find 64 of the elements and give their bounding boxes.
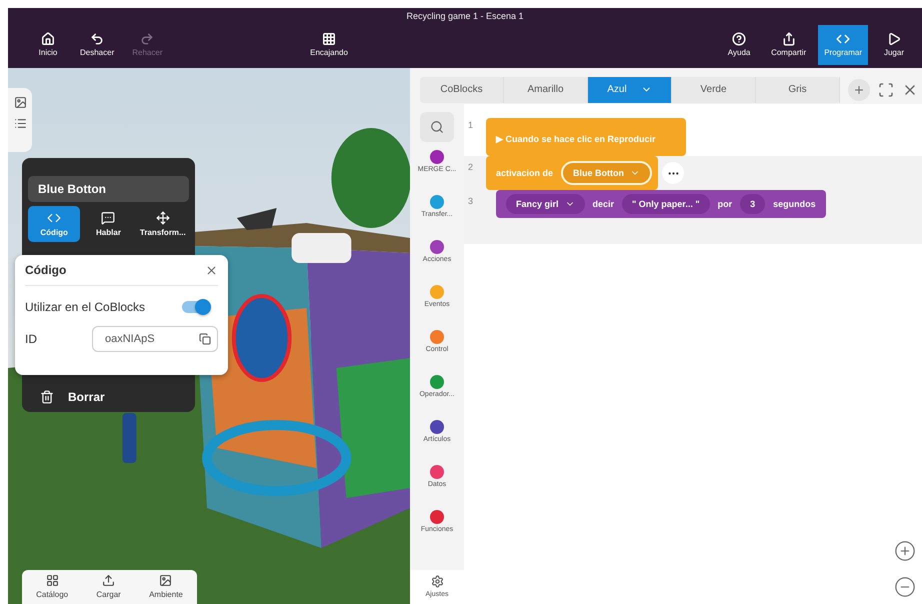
editor-tab[interactable]: Verde [672, 76, 756, 102]
editor-tab[interactable]: Gris [756, 76, 840, 102]
toolbar-button[interactable]: Encajando [304, 24, 354, 64]
zoom-out-icon[interactable] [894, 576, 916, 598]
line-number: 2 [467, 161, 474, 172]
home-icon [41, 32, 55, 46]
toggle-label: Utilizar en el CoBlocks [25, 300, 146, 314]
code-icon [47, 211, 62, 225]
block-label: activacion de [496, 168, 554, 178]
block-label: por [718, 199, 732, 209]
settings-icon [430, 575, 444, 588]
image-icon [159, 574, 172, 587]
window-title: Recycling game 1 - Escena 1 [405, 10, 525, 21]
grid-icon [322, 32, 336, 46]
delete-button[interactable]: Borrar [68, 390, 105, 404]
bottom-bar-button[interactable]: Catálogo [36, 574, 68, 599]
move-icon [156, 211, 170, 225]
speech-bubble-icon [101, 211, 116, 225]
plus-icon [853, 84, 865, 96]
grid-icon [46, 574, 59, 587]
code-icon [836, 32, 850, 46]
editor-tab[interactable]: Azul [588, 76, 672, 102]
more-button[interactable] [662, 162, 684, 184]
seconds-input[interactable]: 3 [740, 194, 766, 214]
line-number: 3 [467, 195, 474, 206]
add-tab-button[interactable] [848, 78, 870, 100]
help-icon [732, 32, 746, 46]
toolbar-button[interactable]: Programar [818, 24, 868, 64]
bottom-bar-button[interactable]: Ambiente [149, 574, 183, 599]
fullscreen-icon[interactable] [878, 82, 894, 98]
toolbar-button[interactable]: Inicio [28, 24, 68, 64]
image-icon[interactable] [14, 96, 26, 109]
object-name: Blue Botton [28, 176, 189, 202]
toolbar-button[interactable]: Compartir [765, 24, 812, 64]
undo-icon [90, 32, 104, 46]
say-block[interactable]: Fancy girl decir " Only paper... " por 3 segundos [496, 190, 826, 218]
object-tab[interactable]: Hablar [82, 206, 135, 242]
object-tab[interactable]: Código [28, 206, 80, 242]
popup-title: Código [25, 263, 66, 277]
toolbar-button[interactable]: Ayuda [719, 24, 760, 64]
id-label: ID [25, 332, 37, 346]
id-field[interactable]: oaxNIApS [92, 326, 218, 352]
actor-dropdown[interactable]: Fancy girl [506, 194, 585, 214]
copy-icon[interactable] [199, 333, 211, 345]
block-label: segundos [773, 199, 816, 209]
list-icon[interactable] [14, 117, 26, 130]
editor-tab[interactable]: CoBlocks [420, 76, 504, 102]
zoom-in-icon[interactable] [894, 540, 916, 562]
redo-icon [140, 32, 154, 46]
toggle-switch[interactable] [182, 301, 208, 313]
share-icon [782, 32, 796, 46]
search-icon [430, 120, 444, 134]
search-button[interactable] [420, 112, 454, 142]
block-label: decir [592, 199, 614, 209]
trash-icon [40, 390, 54, 404]
line-number: 1 [467, 119, 474, 130]
toolbar-button[interactable]: Jugar [874, 24, 914, 64]
text-input[interactable]: " Only paper... " [622, 194, 710, 214]
bottom-bar-button[interactable]: Cargar [96, 574, 121, 599]
object-tab[interactable]: Transform... [136, 206, 189, 242]
close-icon[interactable] [205, 264, 218, 276]
toolbar-button[interactable]: Deshacer [74, 24, 120, 64]
upload-icon [102, 574, 116, 587]
play-icon [887, 32, 901, 46]
